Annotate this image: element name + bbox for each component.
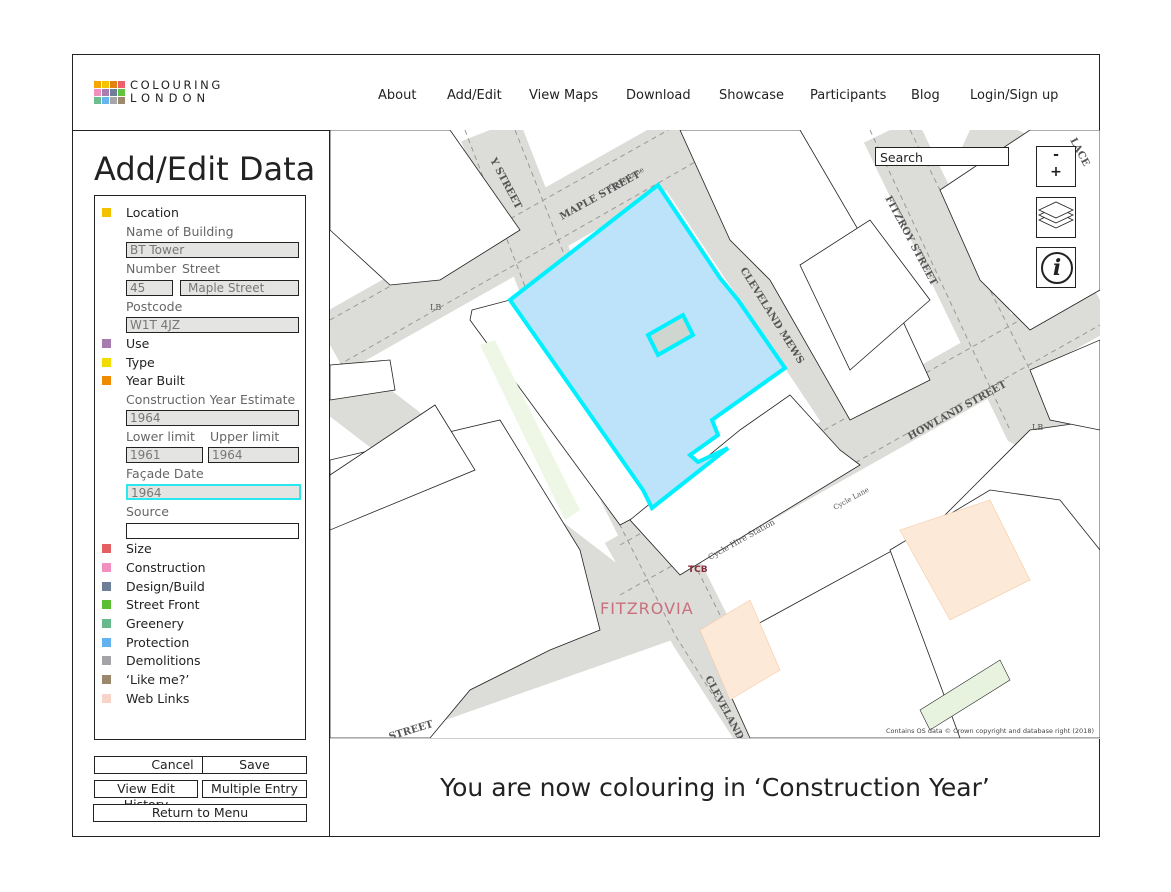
layers-icon xyxy=(1038,201,1074,229)
upper-limit-input[interactable]: 1964 xyxy=(208,447,299,463)
type-swatch xyxy=(102,358,111,367)
source-label: Source xyxy=(126,504,169,519)
like-me-swatch xyxy=(102,675,111,684)
layers-button[interactable] xyxy=(1036,197,1076,238)
header: COLOURING LONDON About Add/Edit View Map… xyxy=(72,54,1100,131)
nav-blog[interactable]: Blog xyxy=(911,88,940,103)
nav-view-maps[interactable]: View Maps xyxy=(529,88,598,103)
nav-showcase[interactable]: Showcase xyxy=(719,88,784,103)
info-icon: i xyxy=(1041,252,1073,284)
return-to-menu-button[interactable]: Return to Menu xyxy=(93,804,307,822)
logo-square xyxy=(102,96,109,104)
map-attribution: Contains OS data © Crown copyright and d… xyxy=(886,727,1094,735)
location-swatch xyxy=(102,208,111,217)
map-canvas[interactable]: MAPLE STREET Cycle Lane CLEVELAND MEWS F… xyxy=(330,130,1100,738)
nav-participants[interactable]: Participants xyxy=(810,88,886,103)
logo-square xyxy=(110,88,117,96)
logo-square xyxy=(94,80,101,88)
nav-add-edit[interactable]: Add/Edit xyxy=(447,88,502,103)
search-input[interactable]: Search xyxy=(875,147,1009,166)
construction-swatch xyxy=(102,563,111,572)
nav-download[interactable]: Download xyxy=(626,88,691,103)
number-label: Number xyxy=(126,261,177,276)
street-label: Street xyxy=(182,261,220,276)
zoom-out-button[interactable]: - xyxy=(1037,147,1075,163)
protection-swatch xyxy=(102,638,111,647)
label-cycle-lane-2: Cycle Lane xyxy=(832,486,870,512)
message-text: You are now colouring in ‘Construction Y… xyxy=(440,773,990,802)
year-estimate-label: Construction Year Estimate xyxy=(126,392,296,407)
facade-date-label: Façade Date xyxy=(126,466,204,481)
nav-about[interactable]: About xyxy=(378,88,416,103)
demolitions-swatch xyxy=(102,656,111,665)
postcode-label: Postcode xyxy=(126,299,183,314)
logo-square xyxy=(102,88,109,96)
upper-limit-label: Upper limit xyxy=(210,429,280,444)
label-fitzrovia: FITZROVIA xyxy=(600,599,694,618)
name-of-building-label: Name of Building xyxy=(126,224,234,239)
map[interactable]: MAPLE STREET Cycle Lane CLEVELAND MEWS F… xyxy=(330,130,1100,738)
page-title: Add/Edit Data xyxy=(94,150,316,188)
nav-login-signup[interactable]: Login/Sign up xyxy=(970,88,1058,103)
logo-square xyxy=(94,88,101,96)
design-build-swatch xyxy=(102,582,111,591)
greenery-swatch xyxy=(102,619,111,628)
logo-square xyxy=(110,96,117,104)
logo[interactable]: COLOURING LONDON xyxy=(94,79,223,105)
logo-square xyxy=(118,88,125,96)
facade-date-input[interactable]: 1964 xyxy=(126,484,301,500)
street-input[interactable]: Maple Street xyxy=(180,280,299,296)
logo-square xyxy=(102,80,109,88)
logo-square xyxy=(94,96,101,104)
view-edit-history-button[interactable]: View Edit History xyxy=(94,780,198,812)
label-lb-2: LB xyxy=(1032,423,1043,432)
logo-square xyxy=(118,80,125,88)
year-built-swatch xyxy=(102,376,111,385)
use-swatch xyxy=(102,339,111,348)
save-button[interactable]: Save xyxy=(202,756,307,774)
sidebar: Add/Edit Data Location Name of Building … xyxy=(72,130,330,837)
size-swatch xyxy=(102,544,111,553)
number-input[interactable]: 45 xyxy=(126,280,173,296)
zoom-control: - + xyxy=(1036,146,1076,187)
colouring-message: You are now colouring in ‘Construction Y… xyxy=(330,738,1100,838)
street-front-swatch xyxy=(102,600,111,609)
label-tcb: TCB xyxy=(688,565,708,575)
logo-square xyxy=(110,80,117,88)
source-input[interactable] xyxy=(126,523,299,539)
logo-line-2: LONDON xyxy=(130,91,211,105)
category-panel: Location Name of Building BT Tower Numbe… xyxy=(94,195,306,740)
multiple-entry-button[interactable]: Multiple Entry xyxy=(202,780,307,798)
info-button[interactable]: i xyxy=(1036,247,1076,288)
year-estimate-input[interactable]: 1964 xyxy=(126,410,299,426)
web-links-swatch xyxy=(102,694,111,703)
logo-square xyxy=(118,96,125,104)
logo-color-grid xyxy=(94,80,125,104)
label-lb: LB xyxy=(430,303,441,312)
lower-limit-input[interactable]: 1961 xyxy=(126,447,203,463)
postcode-input[interactable]: W1T 4JZ xyxy=(126,317,299,333)
name-of-building-input[interactable]: BT Tower xyxy=(126,242,299,258)
zoom-in-button[interactable]: + xyxy=(1037,163,1075,181)
lower-limit-label: Lower limit xyxy=(126,429,195,444)
